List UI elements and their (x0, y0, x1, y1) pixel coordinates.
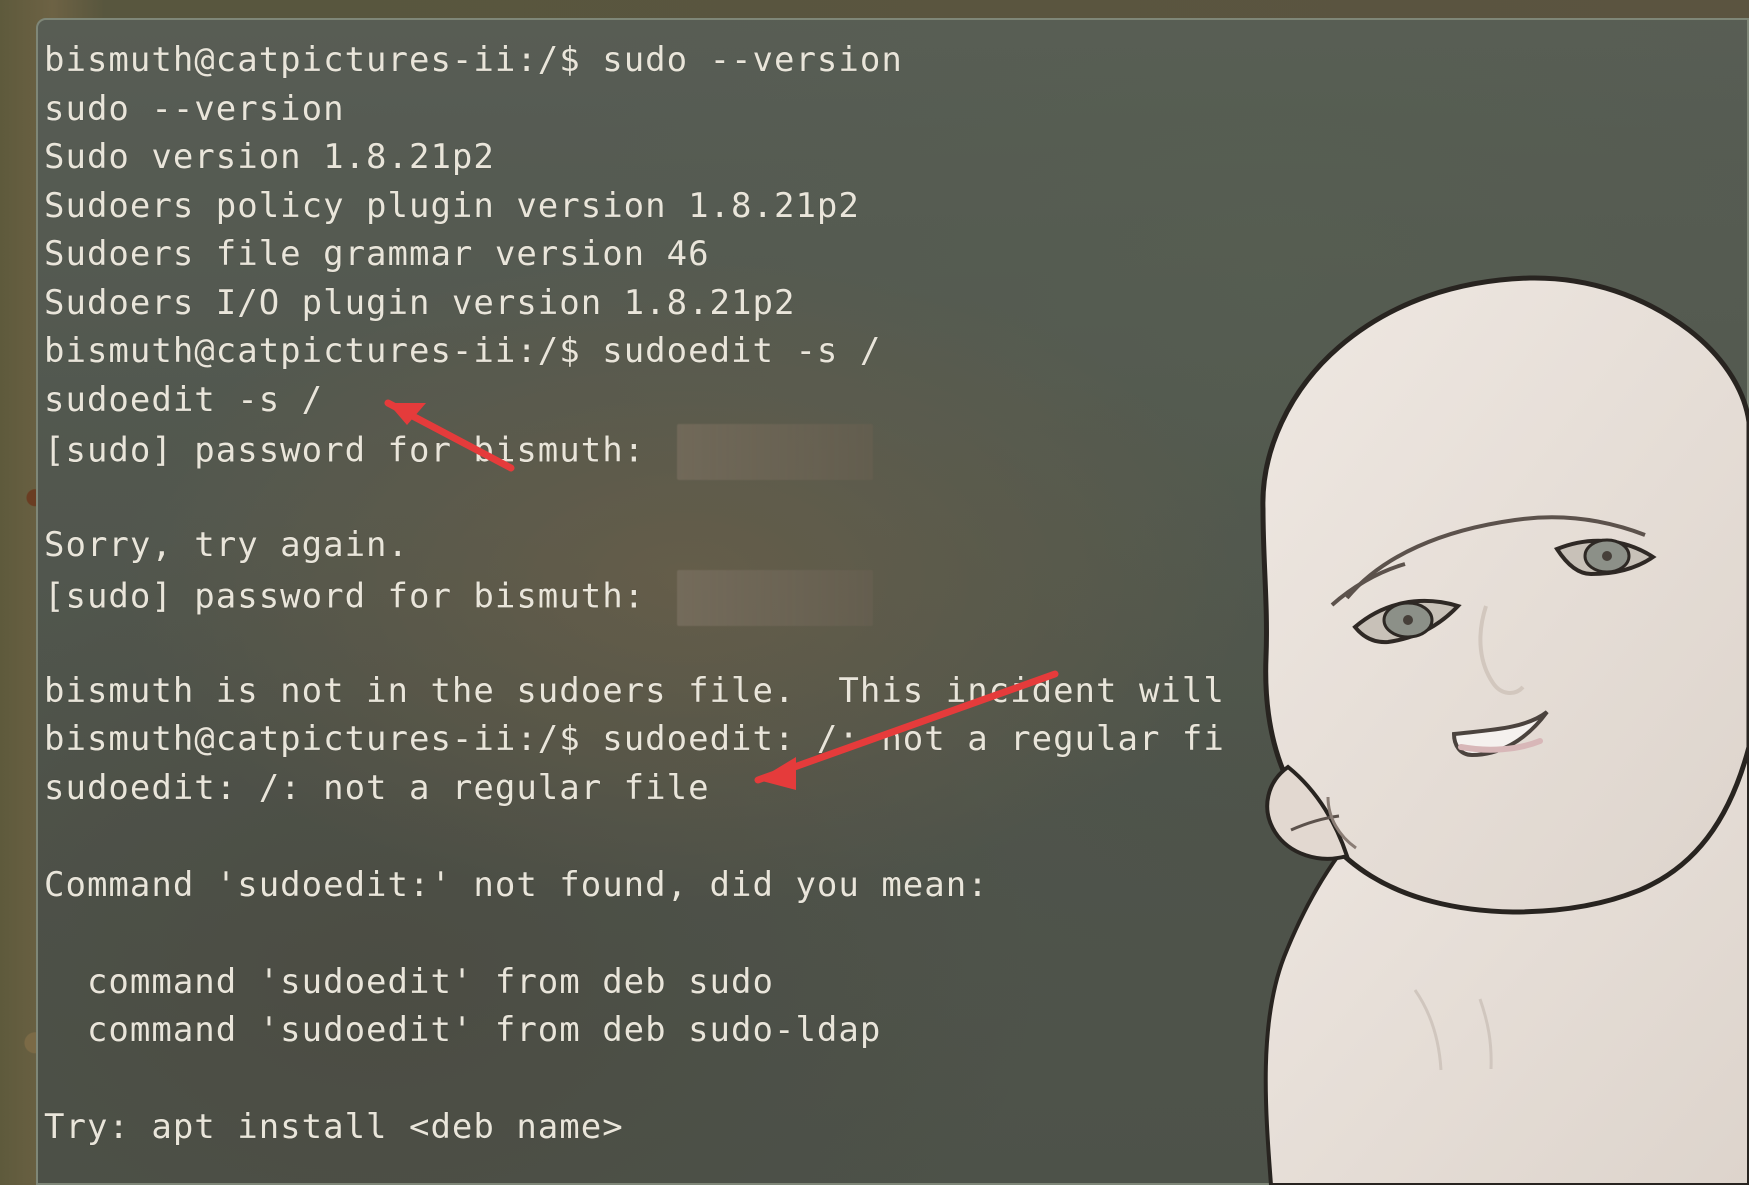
bald-avatar-illustration-icon (1169, 262, 1749, 1185)
avatar-svg (1260, 275, 1749, 1185)
